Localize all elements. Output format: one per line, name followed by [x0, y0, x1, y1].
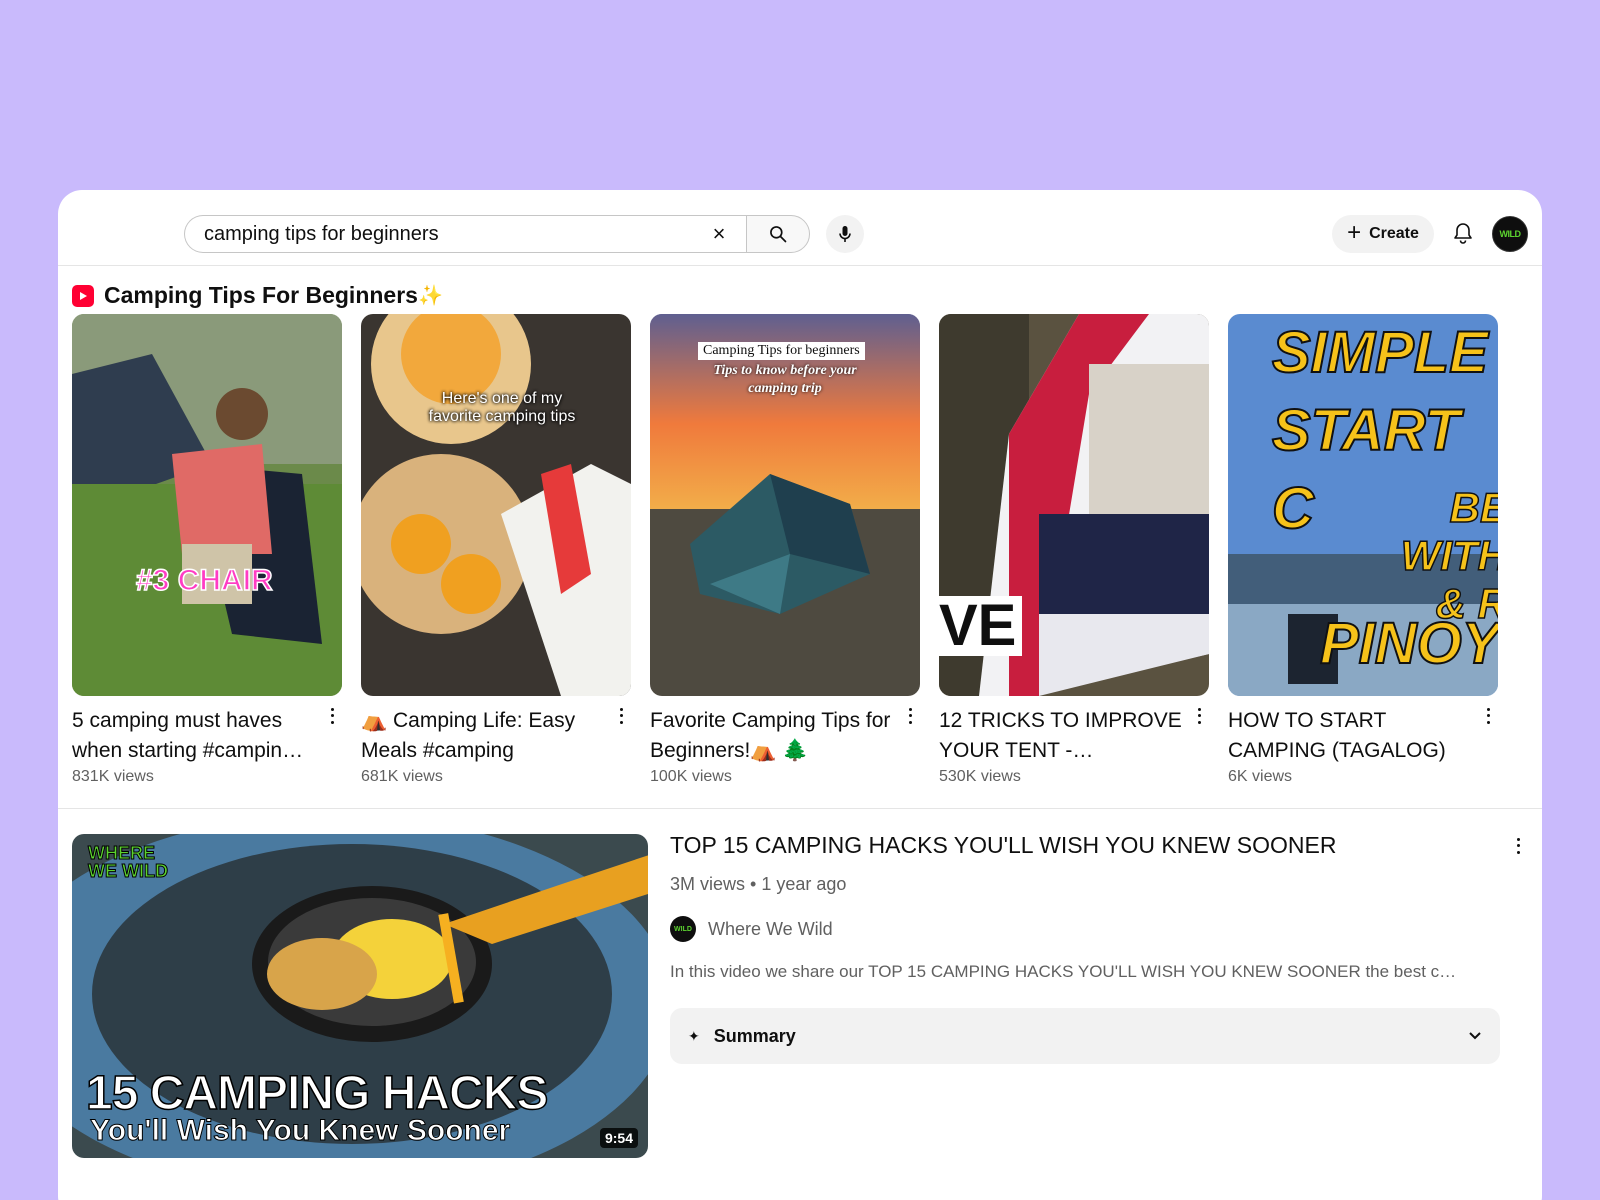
short-title[interactable]: 5 camping must haves when starting #camp…: [72, 706, 322, 766]
thumbnail-overlay-title: Camping Tips for beginners: [698, 342, 865, 360]
avatar-text: WILD: [1499, 229, 1522, 239]
short-views: 831K views: [72, 768, 154, 785]
chevron-down-icon: [1469, 1032, 1481, 1040]
thumbnail-subheadline: You'll Wish You Knew Sooner: [89, 1114, 511, 1148]
search-icon: [770, 226, 787, 243]
voice-search-button[interactable]: [826, 215, 864, 253]
short-views: 681K views: [361, 768, 443, 785]
channel-avatar[interactable]: WILD: [670, 916, 696, 942]
thumbnail-overlay-text-3: PINOY C: [1319, 610, 1498, 677]
short-card[interactable]: Camping Tips for beginners Tips to know …: [650, 314, 920, 786]
short-title[interactable]: HOW TO START CAMPING (TAGALOG): [1228, 706, 1478, 766]
short-views: 6K views: [1228, 768, 1293, 785]
short-title[interactable]: ⛺ Camping Life: Easy Meals #camping: [361, 706, 611, 766]
microphone-icon: [839, 226, 851, 242]
short-title[interactable]: 12 TRICKS TO IMPROVE YOUR TENT - CAMPING…: [939, 706, 1189, 766]
short-thumbnail[interactable]: VE: [939, 314, 1209, 696]
thumbnail-headline: 15 CAMPING HACKS: [85, 1066, 549, 1121]
clear-search-icon[interactable]: ×: [708, 221, 730, 246]
short-thumbnail[interactable]: #3 CHAIR: [72, 314, 342, 696]
short-title[interactable]: Favorite Camping Tips for Beginners!⛺ 🌲: [650, 706, 900, 766]
channel-avatar-text: WILD: [674, 925, 692, 933]
short-card[interactable]: VE 12 TRICKS TO IMPROVE YOUR TENT - CAMP…: [939, 314, 1209, 786]
shelf-title: Camping Tips For Beginners: [104, 282, 418, 308]
plus-icon: +: [1347, 219, 1362, 246]
thumbnail-overlay-text-2: BE WITH & R: [1400, 483, 1498, 628]
more-options-icon[interactable]: [326, 706, 338, 726]
video-title[interactable]: TOP 15 CAMPING HACKS YOU'LL WISH YOU KNE…: [670, 832, 1470, 859]
search-box[interactable]: ×: [184, 215, 746, 253]
channel-info[interactable]: WILD Where We Wild: [670, 916, 833, 942]
summary-expander[interactable]: ✦ Summary: [670, 1008, 1500, 1064]
short-thumbnail[interactable]: SIMPLE START C BE WITH & R PINOY C: [1228, 314, 1498, 696]
video-metadata: 3M views • 1 year ago: [670, 874, 847, 894]
thumbnail-overlay-text: Tips to know before your camping trip: [713, 363, 857, 396]
shorts-logo-icon: [72, 284, 94, 307]
sparkle-icon: ✦: [688, 1027, 700, 1044]
channel-name[interactable]: Where We Wild: [708, 919, 833, 940]
account-avatar[interactable]: WILD: [1492, 216, 1528, 252]
short-views: 530K views: [939, 768, 1021, 785]
channel-logo-overlay: WHERE WE WILD: [88, 843, 169, 881]
thumbnail-overlay-text: #3 CHAIR: [135, 563, 273, 598]
short-views: 100K views: [650, 768, 732, 785]
short-card[interactable]: SIMPLE START C BE WITH & R PINOY C HOW T…: [1228, 314, 1498, 786]
top-bar: × + Create WILD: [58, 190, 1542, 266]
short-thumbnail[interactable]: Camping Tips for beginners Tips to know …: [650, 314, 920, 696]
search-input[interactable]: [204, 222, 684, 246]
shorts-shelf: #3 CHAIR 5 camping must haves when start…: [72, 314, 1528, 804]
short-thumbnail[interactable]: Here's one of my favorite camping tips: [361, 314, 631, 696]
shorts-shelf-header: Camping Tips For Beginners ✨: [72, 282, 443, 309]
more-options-icon[interactable]: [1512, 836, 1524, 856]
more-options-icon[interactable]: [1482, 706, 1494, 726]
youtube-window: × + Create WILD Camping Tips For Beginne…: [58, 190, 1542, 1200]
create-button[interactable]: + Create: [1332, 215, 1434, 253]
video-description: In this video we share our TOP 15 CAMPIN…: [670, 962, 1457, 981]
video-duration: 9:54: [599, 1128, 638, 1148]
sparkle-icon: ✨: [417, 285, 443, 307]
section-divider: [58, 808, 1542, 809]
bell-icon: [1454, 223, 1472, 244]
video-thumbnail[interactable]: WHERE WE WILD 15 CAMPING HACKS You'll Wi…: [72, 834, 648, 1158]
thumbnail-overlay-text: VE: [939, 596, 1023, 656]
search-button[interactable]: [746, 215, 810, 253]
more-options-icon[interactable]: [904, 706, 916, 726]
short-card[interactable]: #3 CHAIR 5 camping must haves when start…: [72, 314, 342, 786]
create-label: Create: [1369, 225, 1419, 242]
thumbnail-overlay-text: Here's one of my favorite camping tips: [428, 390, 576, 425]
more-options-icon[interactable]: [615, 706, 627, 726]
more-options-icon[interactable]: [1193, 706, 1205, 726]
summary-label: Summary: [713, 1025, 796, 1046]
short-card[interactable]: Here's one of my favorite camping tips ⛺…: [361, 314, 631, 786]
notifications-button[interactable]: [1450, 220, 1476, 246]
